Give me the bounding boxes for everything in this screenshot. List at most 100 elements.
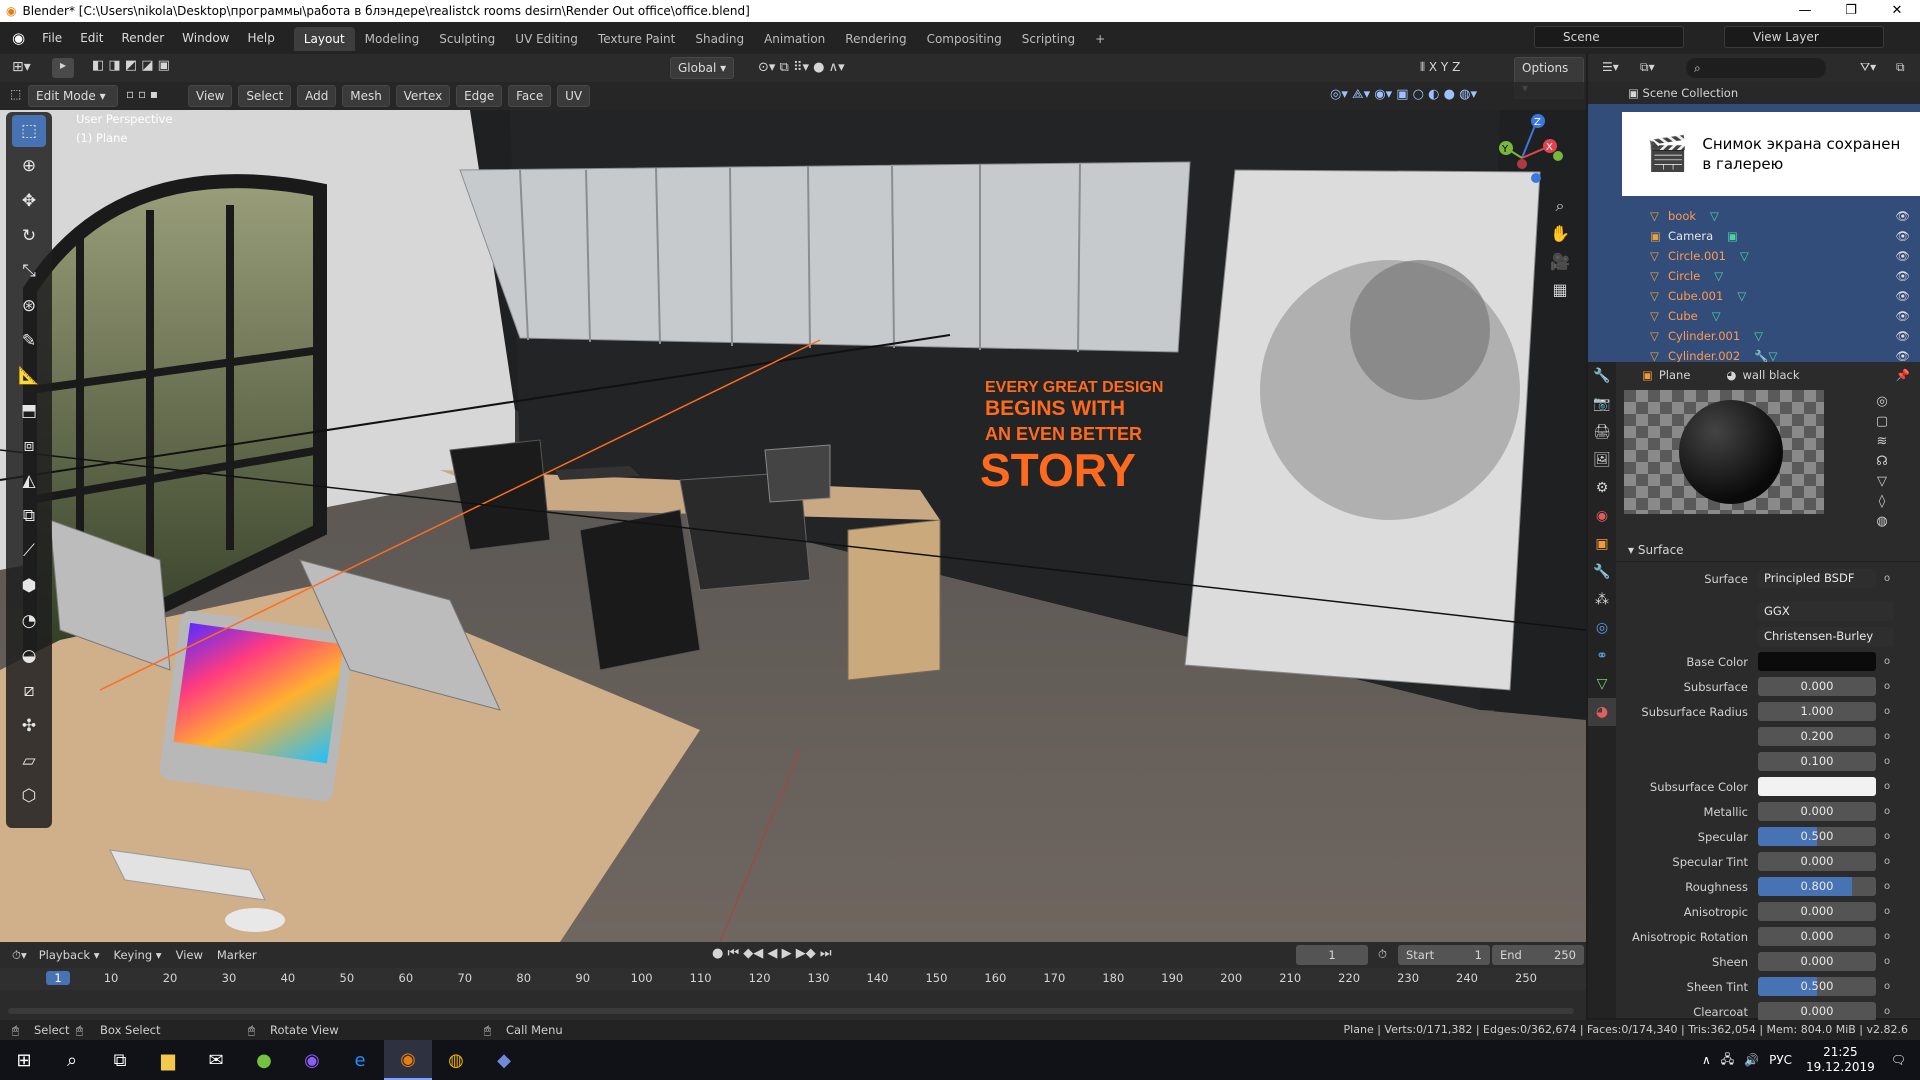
- material-tab-icon[interactable]: ◕: [1588, 698, 1616, 726]
- outliner-row-circle[interactable]: ▽ Circle ▽ 👁: [1588, 266, 1920, 286]
- eye-icon[interactable]: 👁: [1895, 206, 1910, 226]
- filter-icon[interactable]: ⛛▾: [1860, 60, 1876, 75]
- menu-select[interactable]: Select: [238, 85, 292, 107]
- ortho-grid-icon[interactable]: ▦: [1546, 280, 1574, 308]
- spin-tool-icon[interactable]: ◔: [12, 605, 46, 637]
- tab-shading[interactable]: Shading: [685, 27, 754, 51]
- socket-dot-icon[interactable]: o: [1884, 706, 1890, 717]
- value-slider[interactable]: 0.000: [1758, 1002, 1876, 1021]
- rip-tool-icon[interactable]: ⬡: [12, 780, 46, 812]
- physics-tab-icon[interactable]: ◎: [1588, 614, 1616, 642]
- rotate-tool-icon[interactable]: ↻: [12, 220, 46, 252]
- value-slider[interactable]: 0.000: [1758, 927, 1876, 946]
- cursor-tool-icon[interactable]: ⊕: [12, 150, 46, 182]
- edge-slide-tool-icon[interactable]: ⧄: [12, 675, 46, 707]
- outliner-row-book[interactable]: ▽ book ▽ 👁: [1588, 206, 1920, 226]
- menu-help[interactable]: Help: [239, 22, 284, 54]
- extrude-tool-icon[interactable]: ⬒: [12, 395, 46, 427]
- knife-tool-icon[interactable]: ⟋: [12, 535, 46, 567]
- outliner-row-circle-001[interactable]: ▽ Circle.001 ▽ 👁: [1588, 246, 1920, 266]
- pivot-snap-icons[interactable]: ⊙▾ ⧉ ⠿▾ ● ∧▾: [758, 60, 845, 75]
- socket-dot-icon[interactable]: o: [1884, 931, 1890, 942]
- end-frame-field[interactable]: End 250: [1492, 945, 1584, 965]
- color-swatch[interactable]: [1758, 777, 1876, 796]
- menu-render[interactable]: Render: [112, 22, 173, 54]
- display-mode-icon[interactable]: ⧉▾: [1640, 60, 1655, 75]
- value-slider[interactable]: 0.800: [1758, 877, 1876, 896]
- modifier-tab-icon[interactable]: 🔧: [1588, 558, 1616, 586]
- input-language[interactable]: РУС: [1769, 1053, 1792, 1067]
- object-tab-icon[interactable]: ▣: [1588, 530, 1616, 558]
- select-mode-icons[interactable]: ◧ ◨ ◩ ◪ ▣: [92, 58, 170, 73]
- select-box-tool-icon[interactable]: ⬚: [12, 115, 46, 147]
- loop-cut-tool-icon[interactable]: ⧉: [12, 500, 46, 532]
- notifications-icon[interactable]: 🗨: [1891, 1053, 1906, 1067]
- network-icon[interactable]: 🖧: [1721, 1050, 1734, 1071]
- task-view-icon[interactable]: ⧉: [96, 1040, 144, 1080]
- socket-dot-icon[interactable]: o: [1884, 573, 1890, 584]
- start-windows-icon[interactable]: ⊞: [0, 1040, 48, 1080]
- socket-dot-icon[interactable]: o: [1884, 731, 1890, 742]
- navigation-gizmo[interactable]: Z X Y: [1484, 112, 1564, 192]
- value-slider[interactable]: 0.200: [1758, 727, 1876, 746]
- editor-type-icon[interactable]: ☰▾: [1602, 60, 1619, 74]
- transform-orientation-dropdown[interactable]: Global ▾: [670, 57, 735, 79]
- chrome-icon[interactable]: ◍: [432, 1040, 480, 1080]
- move-tool-icon[interactable]: ✥: [12, 185, 46, 217]
- pan-hand-icon[interactable]: ✋: [1546, 224, 1574, 252]
- value-slider[interactable]: 0.000: [1758, 802, 1876, 821]
- value-slider[interactable]: 0.000: [1758, 902, 1876, 921]
- menu-view[interactable]: View: [188, 85, 233, 107]
- menu-mesh[interactable]: Mesh: [342, 85, 390, 107]
- menu-add[interactable]: Add: [297, 85, 337, 107]
- viewport-shading-icons[interactable]: ◎▾ ⟁▾ ◉▾ ▣ ○ ◐ ● ◍▾: [1330, 87, 1477, 102]
- menu-edit[interactable]: Edit: [71, 22, 112, 54]
- eye-icon[interactable]: 👁: [1895, 326, 1910, 346]
- socket-dot-icon[interactable]: o: [1884, 881, 1890, 892]
- subsurface-method-dropdown[interactable]: Christensen-Burley: [1758, 627, 1894, 646]
- tab-uv-editing[interactable]: UV Editing: [505, 27, 588, 51]
- tab-texture-paint[interactable]: Texture Paint: [588, 27, 685, 51]
- mode-dropdown[interactable]: Edit Mode ▾: [28, 85, 118, 107]
- tool-tab-icon[interactable]: 🔧: [1588, 362, 1616, 390]
- menu-edge[interactable]: Edge: [456, 85, 503, 107]
- zoom-icon[interactable]: ⌕: [1546, 196, 1574, 224]
- maximize-button[interactable]: ❐: [1828, 0, 1874, 22]
- screenshot-saved-notification[interactable]: 🎬 Снимок экрана сохранен в галерею: [1622, 112, 1920, 196]
- socket-dot-icon[interactable]: o: [1884, 981, 1890, 992]
- outliner-row-camera[interactable]: ▣ Camera ▣ 👁: [1588, 226, 1920, 246]
- camera-view-icon[interactable]: 🎥: [1546, 252, 1574, 280]
- add-workspace-button[interactable]: +: [1085, 27, 1115, 51]
- socket-dot-icon[interactable]: o: [1884, 681, 1890, 692]
- current-frame-field[interactable]: 1: [1296, 945, 1368, 965]
- discord-icon[interactable]: ◆: [480, 1040, 528, 1080]
- render-tab-icon[interactable]: 📷: [1588, 390, 1616, 418]
- socket-dot-icon[interactable]: o: [1884, 806, 1890, 817]
- socket-dot-icon[interactable]: o: [1884, 656, 1890, 667]
- surface-panel-header[interactable]: ▾ Surface: [1616, 538, 1920, 562]
- outliner-search-field[interactable]: ⌕: [1686, 58, 1826, 78]
- shrink-fatten-tool-icon[interactable]: ✣: [12, 710, 46, 742]
- pin-icon[interactable]: 📌: [1896, 368, 1910, 382]
- search-icon[interactable]: ⌕: [48, 1040, 96, 1080]
- eye-icon[interactable]: 👁: [1895, 246, 1910, 266]
- select-box-icon[interactable]: ▸: [52, 58, 74, 78]
- shear-tool-icon[interactable]: ▱: [12, 745, 46, 777]
- value-slider[interactable]: 0.000: [1758, 852, 1876, 871]
- menu-uv[interactable]: UV: [557, 85, 591, 107]
- socket-dot-icon[interactable]: o: [1884, 781, 1890, 792]
- tab-modeling[interactable]: Modeling: [355, 27, 430, 51]
- surface-shader-dropdown[interactable]: Principled BSDF: [1758, 569, 1876, 588]
- playback-controls[interactable]: ● ⏮ ◆◀ ◀ ▶ ▶◆ ⏭: [712, 946, 832, 961]
- editor-type-icon[interactable]: ⊞▾: [12, 59, 31, 75]
- value-slider[interactable]: 0.000: [1758, 952, 1876, 971]
- output-tab-icon[interactable]: 🖨: [1588, 418, 1616, 446]
- mail-icon[interactable]: ✉: [192, 1040, 240, 1080]
- menu-file[interactable]: File: [33, 22, 71, 54]
- blender-taskbar-icon[interactable]: ◉: [384, 1040, 432, 1080]
- world-tab-icon[interactable]: ◉: [1588, 502, 1616, 530]
- clock[interactable]: 21:25 19.12.2019: [1806, 1045, 1875, 1075]
- value-slider[interactable]: 0.100: [1758, 752, 1876, 771]
- view-layer-tab-icon[interactable]: 🖼: [1588, 446, 1616, 474]
- 3d-viewport[interactable]: EVERY GREAT DESIGN BEGINS WITH AN EVEN B…: [0, 110, 1586, 942]
